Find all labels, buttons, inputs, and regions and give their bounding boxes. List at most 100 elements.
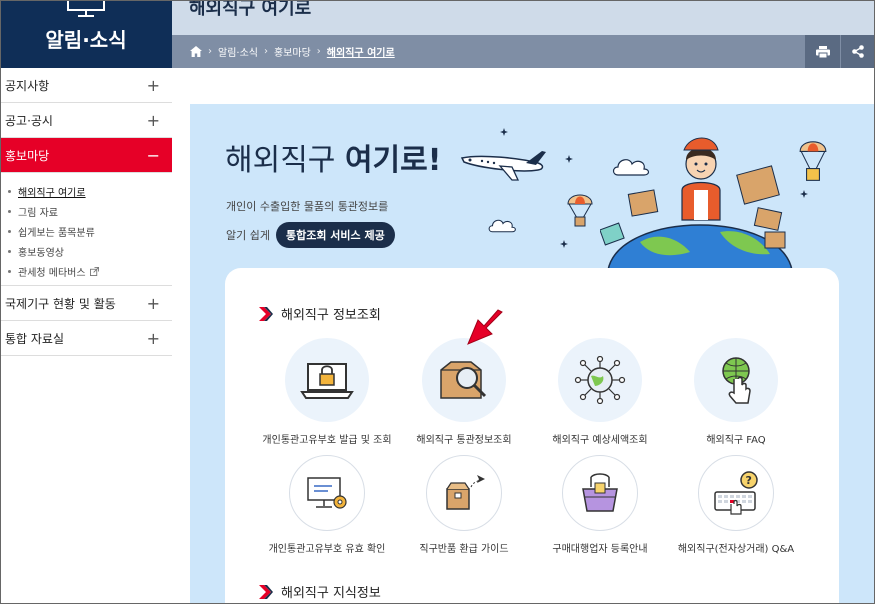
sparkle-icon: [560, 240, 568, 248]
subitem-label: 그림 자료: [18, 207, 58, 219]
sidebar-item-label: 공지사항: [5, 78, 50, 93]
service-agent-registration[interactable]: 구매대행업자 등록안내: [525, 455, 675, 555]
external-link-icon: [89, 266, 99, 276]
service-icon-circle: [558, 338, 642, 422]
service-code-validity[interactable]: 개인통관고유부호 유효 확인: [252, 455, 402, 555]
parachute-box-icon: [799, 141, 827, 181]
monitor-icon: [67, 0, 105, 17]
breadcrumb-link[interactable]: 홍보마당: [274, 44, 311, 59]
sidebar-header: 알림·소식: [0, 0, 172, 68]
section-heading: 해외직구 정보조회: [259, 304, 381, 323]
chevron-right-icon: ›: [208, 46, 212, 57]
subitem-classification[interactable]: 쉽게보는 품목분류: [8, 221, 172, 241]
service-icon-circle: [426, 455, 502, 531]
sidebar-item-label: 국제기구 현황 및 활동: [5, 296, 116, 311]
gift-basket-icon: [582, 473, 618, 512]
service-icon-circle: [562, 455, 638, 531]
sparkle-icon: [800, 190, 808, 198]
sidebar-item-announcement[interactable]: 공고·공시 +: [0, 103, 172, 138]
service-ecommerce-qa[interactable]: ? 해외직구(전자상거래) Q&A: [661, 455, 811, 555]
subitem-metaverse[interactable]: 관세청 메타버스: [8, 261, 172, 281]
globe-hand-icon: [722, 357, 751, 404]
keyboard-question-icon: ?: [714, 471, 758, 515]
hero-title-bold: 여기로!: [344, 143, 442, 178]
sidebar-title: 알림·소식: [45, 28, 127, 52]
sidebar-item-label: 통합 자료실: [5, 331, 65, 346]
chevron-double-icon: [259, 584, 273, 599]
subitem-label: 홍보동영상: [18, 247, 64, 259]
service-refund-guide[interactable]: 직구반품 환급 가이드: [389, 455, 539, 555]
laptop-lock-icon: [300, 363, 354, 399]
plus-icon: +: [146, 110, 160, 130]
home-icon[interactable]: [190, 46, 202, 57]
globe-courier-illustration: [600, 137, 793, 270]
bullet-icon: [8, 269, 11, 273]
sidebar-item-promotion[interactable]: 홍보마당 −: [0, 138, 172, 173]
box-magnifier-icon: [440, 361, 487, 399]
service-label: 구매대행업자 등록안내: [552, 544, 648, 555]
service-label: 해외직구(전자상거래) Q&A: [677, 544, 795, 555]
printer-icon: [815, 45, 830, 58]
service-icon-circle: [285, 338, 369, 422]
service-tax-estimate[interactable]: 해외직구 예상세액조회: [525, 338, 675, 446]
plus-icon: +: [146, 328, 160, 348]
hero-title-normal: 해외직구: [225, 143, 345, 178]
bullet-icon: [8, 189, 11, 193]
sidebar-item-label: 공고·공시: [5, 113, 53, 128]
service-icon-circle: [289, 455, 365, 531]
sidebar-item-international[interactable]: 국제기구 현황 및 활동 +: [0, 286, 172, 321]
sparkle-icon: [500, 128, 508, 136]
print-button[interactable]: [805, 35, 840, 68]
bullet-icon: [8, 229, 11, 233]
cloud-icon: [488, 219, 516, 233]
chevron-double-icon: [259, 306, 273, 321]
chevron-right-icon: ›: [263, 46, 268, 57]
box-plane-icon: [446, 475, 485, 510]
service-label: 해외직구 FAQ: [706, 435, 766, 446]
hero-subtitle-1: 개인이 수출입한 물품의 통관정보를: [226, 200, 389, 213]
service-icon-circle: ?: [698, 455, 774, 531]
bullet-icon: [8, 209, 11, 213]
service-faq[interactable]: 해외직구 FAQ: [661, 338, 811, 446]
subitem-direct-purchase[interactable]: 해외직구 여기로: [8, 181, 172, 201]
hero-subtitle-2: 알기 쉽게 통합조회 서비스 제공: [226, 222, 395, 248]
monitor-gear-icon: [307, 477, 347, 509]
service-label: 개인통관고유부호 발급 및 조회: [262, 435, 392, 446]
sidebar-menu: 공지사항 + 공고·공시 + 홍보마당 − 해외직구 여기로 그림 자료 쉽게보…: [0, 68, 172, 356]
hero-subtitle-text: 알기 쉽게: [226, 229, 270, 242]
section-heading-text: 해외직구 정보조회: [281, 308, 381, 323]
hero-title: 해외직구 여기로!: [225, 135, 441, 179]
chevron-right-icon: ›: [316, 46, 321, 57]
breadcrumb-current[interactable]: 해외직구 여기로: [327, 44, 395, 59]
plus-icon: +: [146, 293, 160, 313]
service-icon-circle: [694, 338, 778, 422]
integrated-service-badge: 통합조회 서비스 제공: [275, 222, 395, 248]
subitem-label: 쉽게보는 품목분류: [18, 227, 95, 239]
airplane-icon: [460, 151, 546, 181]
sidebar-submenu: 해외직구 여기로 그림 자료 쉽게보는 품목분류 홍보동영상 관세청 메타버스: [0, 173, 172, 286]
share-button[interactable]: [840, 35, 875, 68]
subitem-label: 관세청 메타버스: [18, 267, 86, 279]
subitem-pictures[interactable]: 그림 자료: [8, 201, 172, 221]
service-label: 해외직구 예상세액조회: [552, 435, 648, 446]
red-arrow-pointer-icon: [467, 309, 503, 345]
plus-icon: +: [146, 75, 160, 95]
bullet-icon: [8, 249, 11, 253]
service-label: 직구반품 환급 가이드: [419, 544, 509, 555]
sparkle-icon: [565, 155, 573, 163]
service-customs-status[interactable]: 해외직구 통관정보조회: [389, 338, 539, 446]
sidebar-item-archive[interactable]: 통합 자료실 +: [0, 321, 172, 356]
page-title: 해외직구 여기로: [189, 0, 312, 19]
parachute-box-icon: [567, 194, 593, 227]
svg-text:?: ?: [746, 474, 752, 487]
section-heading-text: 해외직구 지식정보: [281, 586, 381, 601]
globe-network-icon: [574, 356, 626, 404]
share-icon: [852, 45, 864, 58]
subitem-videos[interactable]: 홍보동영상: [8, 241, 172, 261]
breadcrumb: › 알림·소식 › 홍보마당 › 해외직구 여기로: [190, 44, 395, 59]
service-icon-circle: [422, 338, 506, 422]
service-personal-code[interactable]: 개인통관고유부호 발급 및 조회: [252, 338, 402, 446]
service-label: 해외직구 통관정보조회: [416, 435, 512, 446]
breadcrumb-link[interactable]: 알림·소식: [218, 44, 258, 59]
sidebar-item-notice[interactable]: 공지사항 +: [0, 68, 172, 103]
